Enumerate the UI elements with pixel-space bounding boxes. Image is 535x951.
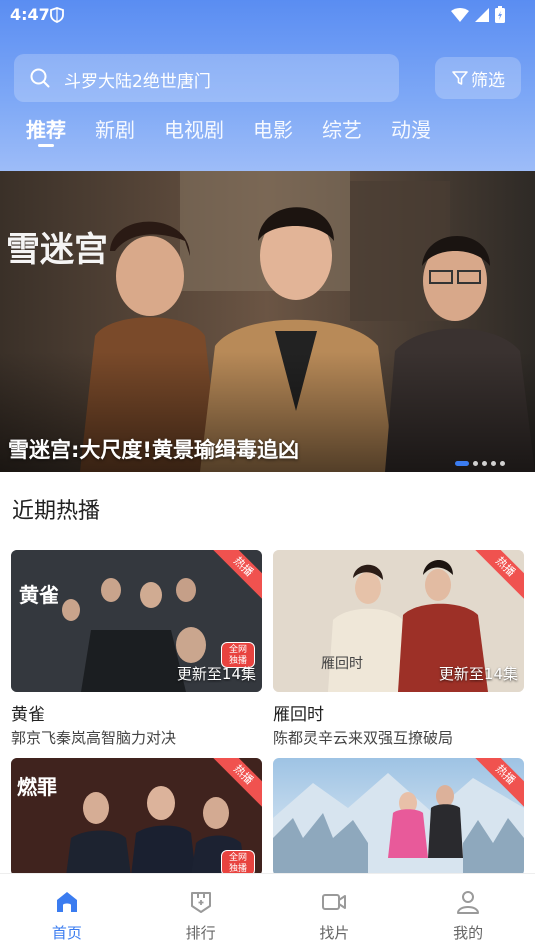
show-card[interactable]: 黄雀 热播 全网 独播 更新至14集 黄雀 郭京飞秦岚高智脑力对决 [11,550,262,748]
tab-movie[interactable]: 电影 [253,114,293,143]
tab-anime[interactable]: 动漫 [391,114,431,143]
show-card[interactable]: 雁回时 热播 更新至14集 雁回时 陈都灵辛云来双强互撩破局 [273,550,524,748]
filter-button[interactable]: 筛选 [435,57,521,99]
bottom-navigation: 首页 排行 找片 我的 [0,873,535,951]
card-description: 陈都灵辛云来双强互撩破局 [273,729,454,747]
section-title: 近期热播 [12,499,101,524]
card-title: 黄雀 [11,705,45,725]
carousel-indicator [455,461,505,466]
update-status: 更新至14集 [176,665,256,683]
card-poster: 燃罪 热播 全网 独播 [11,758,262,876]
carousel-dot-active [455,461,469,466]
banner-carousel[interactable]: 雪迷宫 雪迷宫:大尺度!黄景瑜缉毒追凶 [0,171,535,472]
search-input[interactable]: 斗罗大陆2绝世唐门 [64,67,211,92]
battery-icon [495,6,505,23]
poster-image [273,758,524,876]
search-bar[interactable]: 斗罗大陆2绝世唐门 [14,54,399,102]
nav-home[interactable]: 首页 [0,874,134,951]
nav-label-profile: 我的 [453,924,484,942]
carousel-dot [482,461,487,466]
tab-tv-series[interactable]: 电视剧 [164,114,224,143]
search-icon [30,68,50,88]
nav-label-home: 首页 [51,924,82,942]
carousel-dot [500,461,505,466]
poster-title: 黄雀 [19,583,59,607]
nav-ranking[interactable]: 排行 [134,874,268,951]
nav-label-discover: 找片 [319,924,350,942]
carousel-dot [473,461,478,466]
tab-active-indicator [38,144,54,147]
show-card[interactable]: 燃罪 热播 全网 独播 [11,758,262,876]
ranking-icon [190,892,211,913]
category-tabs: 推荐 新剧 电视剧 电影 综艺 动漫 [26,114,460,147]
banner-title: 雪迷宫:大尺度!黄景瑜缉毒追凶 [8,438,299,462]
filter-label: 筛选 [471,70,505,91]
status-icons [451,6,505,23]
update-status: 更新至14集 [438,665,518,683]
tab-recommend[interactable]: 推荐 [26,114,66,147]
tab-new-drama[interactable]: 新剧 [95,114,135,143]
nav-label-ranking: 排行 [185,924,216,942]
home-icon [56,892,77,912]
carousel-dot [491,461,496,466]
banner-image: 雪迷宫 [0,171,535,472]
video-camera-icon [322,894,347,910]
signal-icon [475,7,489,22]
card-poster: 热播 [273,758,524,876]
card-description: 郭京飞秦岚高智脑力对决 [11,729,177,747]
card-poster: 雁回时 热播 更新至14集 [273,550,524,692]
card-poster: 黄雀 热播 全网 独播 更新至14集 [11,550,262,692]
tab-variety[interactable]: 综艺 [322,114,362,143]
show-card[interactable]: 热播 [273,758,524,876]
nav-profile[interactable]: 我的 [401,874,535,951]
status-time: 4:47 [10,5,50,24]
nav-discover[interactable]: 找片 [268,874,402,951]
shield-icon [50,7,64,23]
profile-icon [457,891,480,914]
wifi-icon [451,7,469,22]
filter-icon [452,71,468,85]
status-bar: 4:47 [0,0,535,32]
header: 4:47 斗罗大陆2绝世唐门 筛选 推荐 新剧 电视剧 电影 综艺 动漫 [0,0,535,171]
poster-title: 雁回时 [321,656,363,672]
poster-title: 燃罪 [17,775,57,799]
card-title: 雁回时 [273,705,324,725]
